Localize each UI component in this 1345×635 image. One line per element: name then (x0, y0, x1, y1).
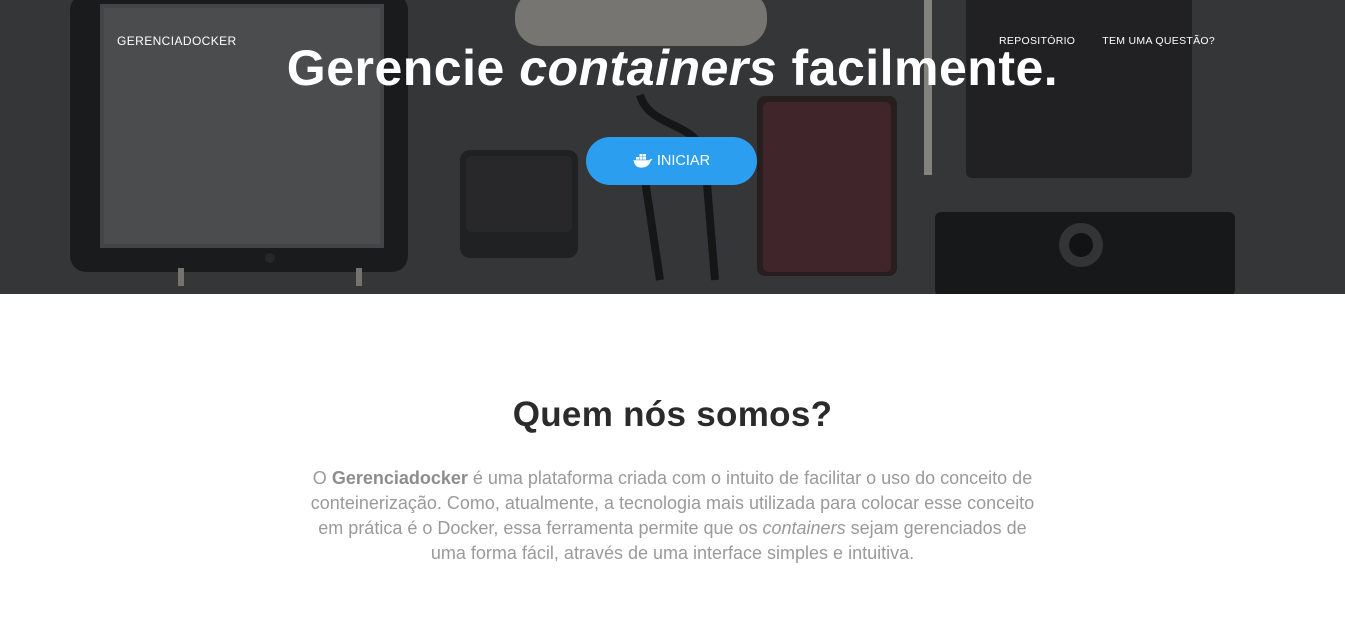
headline-part-2: facilmente. (791, 40, 1059, 96)
hero-section: GERENCIADOCKER REPOSITÓRIO TEM UMA QUEST… (0, 0, 1345, 294)
about-title: Quem nós somos? (512, 395, 833, 434)
start-button-label: INICIAR (656, 153, 711, 169)
docker-whale-icon (633, 154, 653, 168)
headline-part-1: Gerencie (286, 40, 505, 96)
about-description: O Gerenciadocker é uma plataforma criada… (310, 466, 1035, 566)
about-emphasis: containers (762, 518, 846, 538)
about-text-1: O (312, 468, 332, 488)
hero-headline: Gerencie containers facilmente. (0, 36, 1345, 100)
start-button[interactable]: INICIAR (586, 137, 757, 185)
about-brand: Gerenciadocker (331, 468, 468, 488)
headline-emphasis: containers (519, 40, 778, 96)
